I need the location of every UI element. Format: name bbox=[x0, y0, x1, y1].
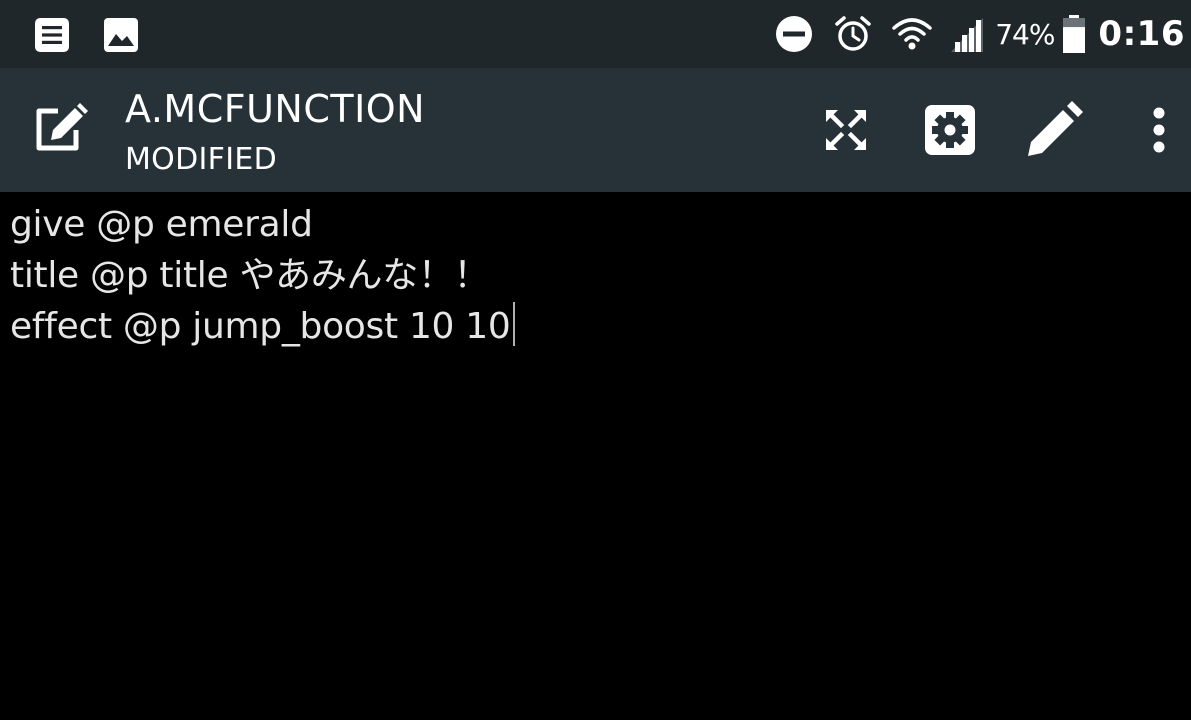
do-not-disturb-icon bbox=[776, 16, 813, 52]
settings-icon[interactable] bbox=[918, 98, 982, 162]
wifi-icon bbox=[892, 18, 932, 50]
code-line-2[interactable]: title @p title やあみんな！！ bbox=[10, 250, 490, 302]
text-cursor bbox=[512, 302, 515, 346]
alarm-clock-icon bbox=[835, 16, 871, 51]
more-vert-icon[interactable] bbox=[1127, 98, 1191, 162]
code-line-1[interactable]: give @p emerald bbox=[10, 199, 313, 251]
status-bar: 74% 0:16 bbox=[0, 0, 1191, 68]
clock: 0:16 bbox=[1098, 14, 1185, 54]
battery-icon bbox=[1063, 15, 1086, 53]
file-title: A.MCFUNCTION bbox=[125, 87, 426, 131]
code-line-3[interactable]: effect @p jump_boost 10 10 bbox=[10, 301, 515, 353]
notes-notification-icon bbox=[34, 17, 70, 53]
title-block: A.MCFUNCTION MODIFIED bbox=[125, 86, 425, 180]
code-line-3-text: effect @p jump_boost 10 10 bbox=[10, 306, 511, 347]
edit-note-icon[interactable] bbox=[28, 98, 92, 162]
status-icons: 74% 0:16 bbox=[755, 0, 1185, 68]
screen: 74% 0:16 A.MCFUNCTION MODIFIED give @p e… bbox=[0, 0, 1191, 720]
image-notification-icon bbox=[103, 17, 139, 53]
app-bar: A.MCFUNCTION MODIFIED bbox=[0, 68, 1191, 192]
cell-signal-icon bbox=[951, 18, 984, 52]
file-status: MODIFIED bbox=[125, 142, 278, 177]
battery-percent: 74% bbox=[995, 17, 1055, 51]
text-editor[interactable]: give @p emerald title @p title やあみんな！！ e… bbox=[0, 192, 1191, 720]
fullscreen-icon[interactable] bbox=[814, 98, 878, 162]
pencil-icon[interactable] bbox=[1022, 98, 1086, 162]
